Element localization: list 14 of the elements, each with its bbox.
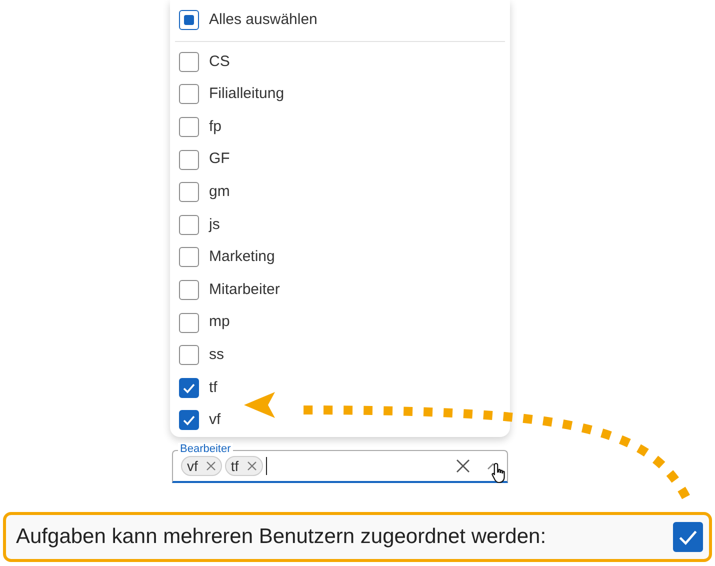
option-label: Mitarbeiter [209, 280, 280, 300]
option-label: CS [209, 52, 230, 72]
option-label: gm [209, 182, 230, 202]
option-label: Filialleitung [209, 84, 284, 104]
option-label: fp [209, 116, 222, 137]
option-label: js [209, 214, 220, 235]
option-label: ss [209, 344, 224, 365]
option-label: GF [209, 149, 230, 170]
option-label: tf [209, 378, 218, 398]
option-label: mp [209, 312, 230, 332]
setting-label: Aufgaben kann mehreren Benutzern zugeordnet werden: [16, 524, 546, 550]
option-label: vf [209, 410, 221, 430]
option-label: Alles auswählen [209, 10, 318, 30]
option-label: Marketing [209, 247, 275, 268]
